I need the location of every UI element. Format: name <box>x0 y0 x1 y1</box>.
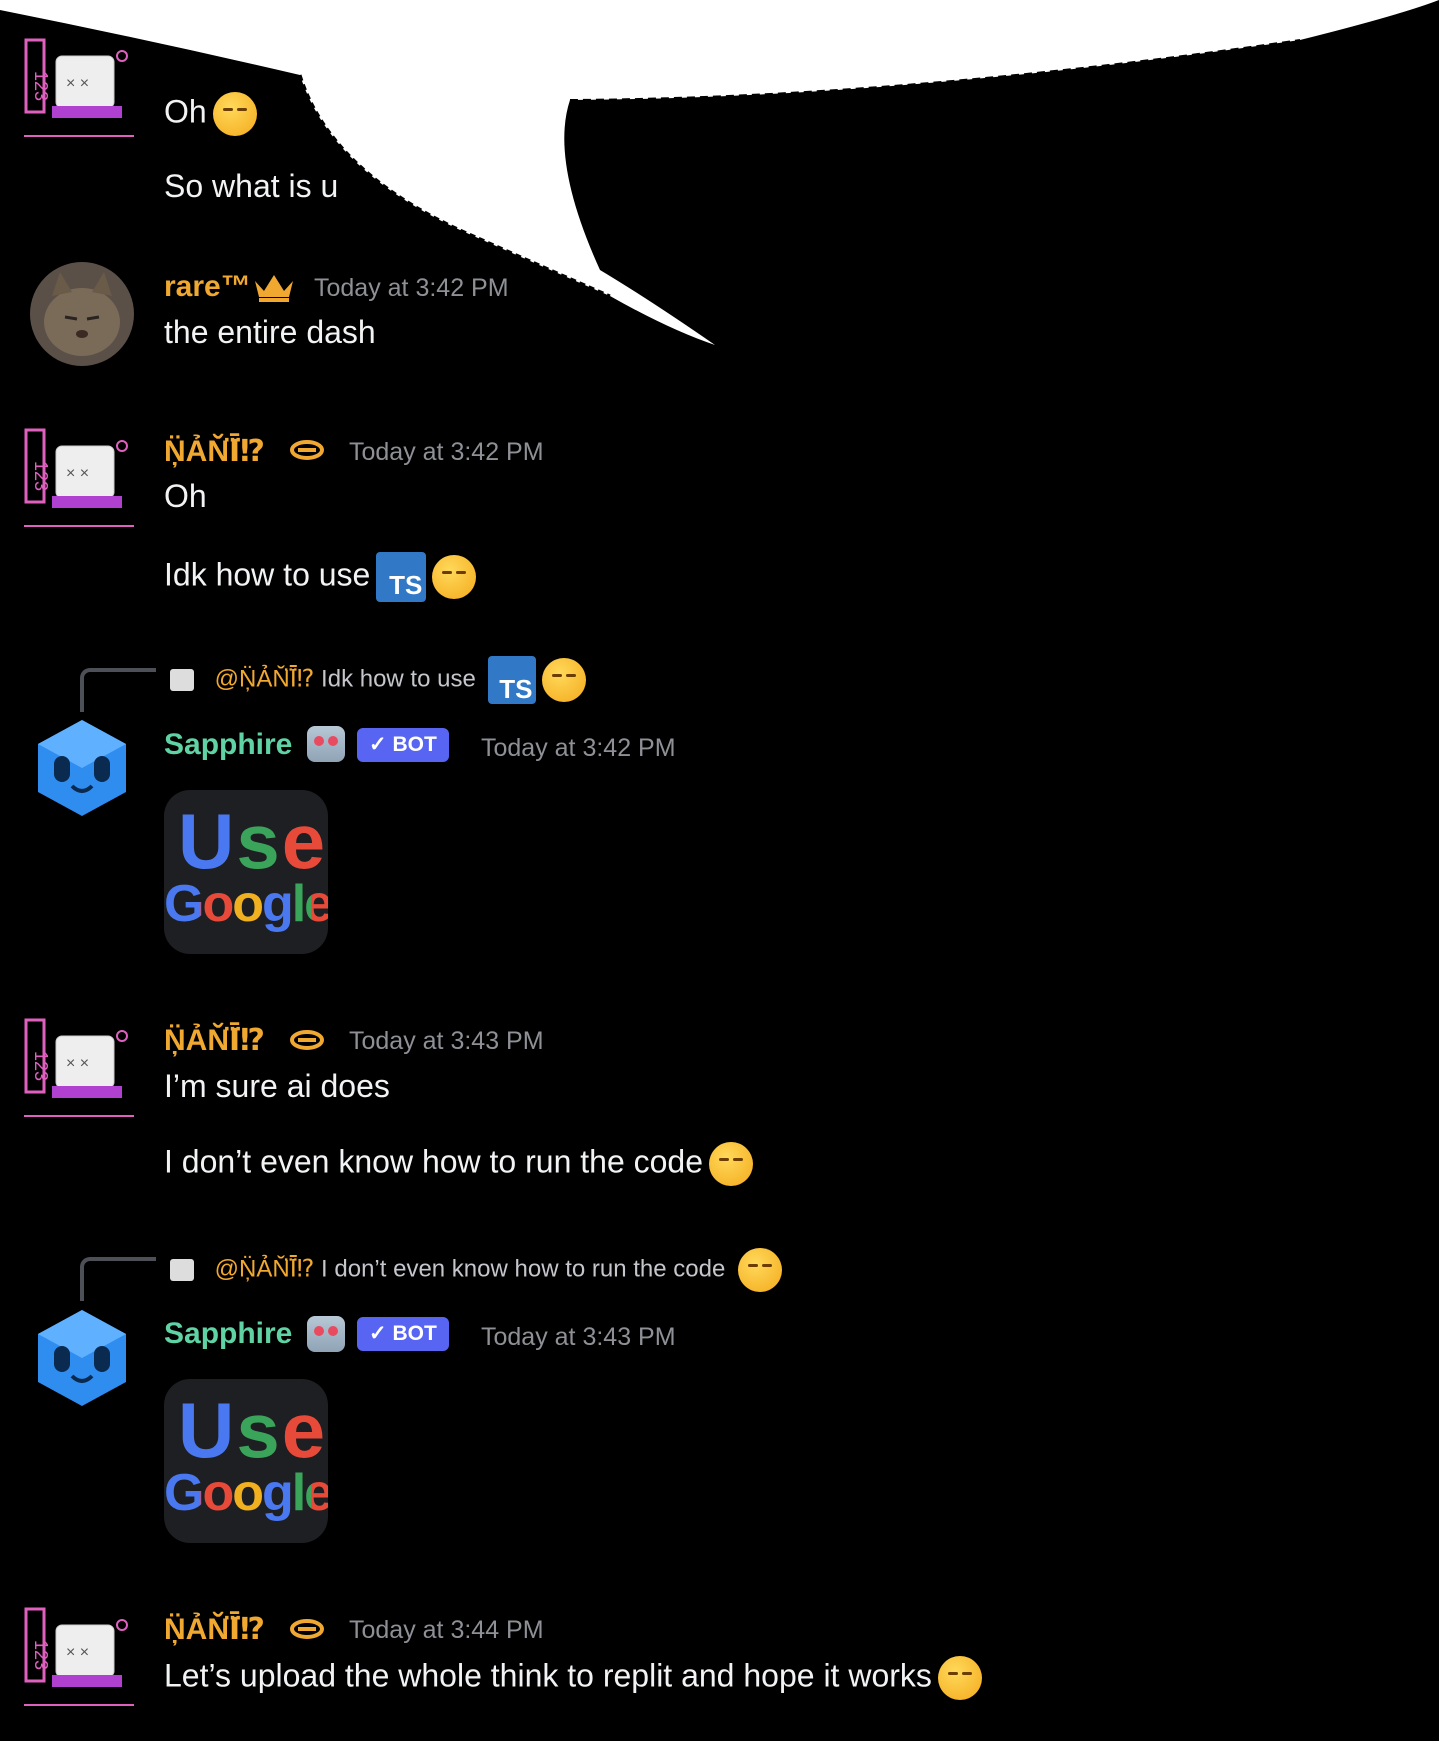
username[interactable]: Sapphire <box>164 1317 292 1351</box>
message-line: Let’s upload the whole think to replit a… <box>164 1656 982 1700</box>
use-google-image[interactable]: Use Google <box>164 1379 328 1543</box>
reply-mention[interactable]: @Ņ̈ẢŇ̆Ī⃛⁉ <box>215 1255 315 1282</box>
timestamp: Today at 3:42 PM <box>349 438 544 466</box>
robot-icon <box>307 726 345 762</box>
svg-text:× ×: × × <box>66 1055 89 1072</box>
role-emblem-icon <box>290 1030 324 1050</box>
bot-badge: ✓ BOT <box>357 728 449 762</box>
role-emblem-icon <box>290 1619 324 1639</box>
reply-connector <box>80 1257 156 1301</box>
smirk-face-icon <box>737 1248 782 1292</box>
use-google-image[interactable]: Use Google <box>164 790 328 954</box>
nani-avatar[interactable]: 123 × × <box>24 1605 134 1715</box>
smirk-face-icon <box>432 555 477 599</box>
sapphire-avatar[interactable] <box>30 1306 134 1410</box>
bot-badge: ✓ BOT <box>357 1317 449 1351</box>
reply-text: I don’t even know how to run the code <box>321 1255 726 1283</box>
message-line: I’m sure ai does <box>164 1068 390 1104</box>
username[interactable]: rare™ <box>164 270 251 304</box>
robot-icon <box>307 1316 345 1352</box>
typescript-icon: TS <box>376 552 427 602</box>
crown-icon <box>255 275 293 302</box>
nani-avatar[interactable]: 123 × × <box>24 426 134 536</box>
nani-avatar[interactable]: 123 × × <box>24 1016 134 1126</box>
reply-text: Idk how to use <box>321 665 476 693</box>
smirk-face-icon <box>937 1656 982 1700</box>
username[interactable]: Sapphire <box>164 728 292 762</box>
sapphire-avatar[interactable] <box>30 716 134 820</box>
role-emblem-icon <box>290 440 324 460</box>
typescript-icon: TS <box>488 656 537 704</box>
svg-text:× ×: × × <box>66 1644 89 1661</box>
reply-preview[interactable]: @Ņ̈ẢŇ̆Ī⃛⁉ I don’t even know how to run t… <box>170 1248 782 1292</box>
username[interactable]: Ņ̈ẢŇ̆Ī⃛⁉ <box>164 1023 265 1058</box>
svg-text:123: 123 <box>31 1640 51 1670</box>
timestamp: Today at 3:44 PM <box>349 1616 544 1644</box>
rare-avatar[interactable] <box>30 262 134 366</box>
message-line: I don’t even know how to run the code <box>164 1142 754 1186</box>
smirk-face-icon <box>542 658 587 702</box>
reply-connector <box>80 668 156 712</box>
timestamp: Today at 3:43 PM <box>481 1323 676 1351</box>
message-line: Oh <box>164 478 207 514</box>
message-line: Idk how to use TS <box>164 552 477 602</box>
timestamp: Today at 3:42 PM <box>481 734 676 762</box>
reply-avatar-icon <box>170 1259 194 1281</box>
timestamp: Today at 3:42 PM <box>314 274 509 302</box>
username[interactable]: Ņ̈ẢŇ̆Ī⃛⁉ <box>164 434 265 469</box>
image-text-google: Google <box>164 874 328 934</box>
timestamp: Today at 3:43 PM <box>349 1027 544 1055</box>
speech-bubble-overlay <box>0 0 1439 345</box>
reply-mention[interactable]: @Ņ̈ẢŇ̆Ī⃛⁉ <box>215 665 315 692</box>
reply-preview[interactable]: @Ņ̈ẢŇ̆Ī⃛⁉ Idk how to use TS <box>170 656 587 704</box>
smirk-face-icon <box>709 1142 754 1186</box>
reply-avatar-icon <box>170 669 194 691</box>
message-line: the entire dash <box>164 314 376 350</box>
svg-text:123: 123 <box>31 461 51 491</box>
svg-text:× ×: × × <box>66 465 89 482</box>
svg-text:123: 123 <box>31 1051 51 1081</box>
image-text-google: Google <box>164 1463 328 1523</box>
username[interactable]: Ņ̈ẢŇ̆Ī⃛⁉ <box>164 1612 265 1647</box>
